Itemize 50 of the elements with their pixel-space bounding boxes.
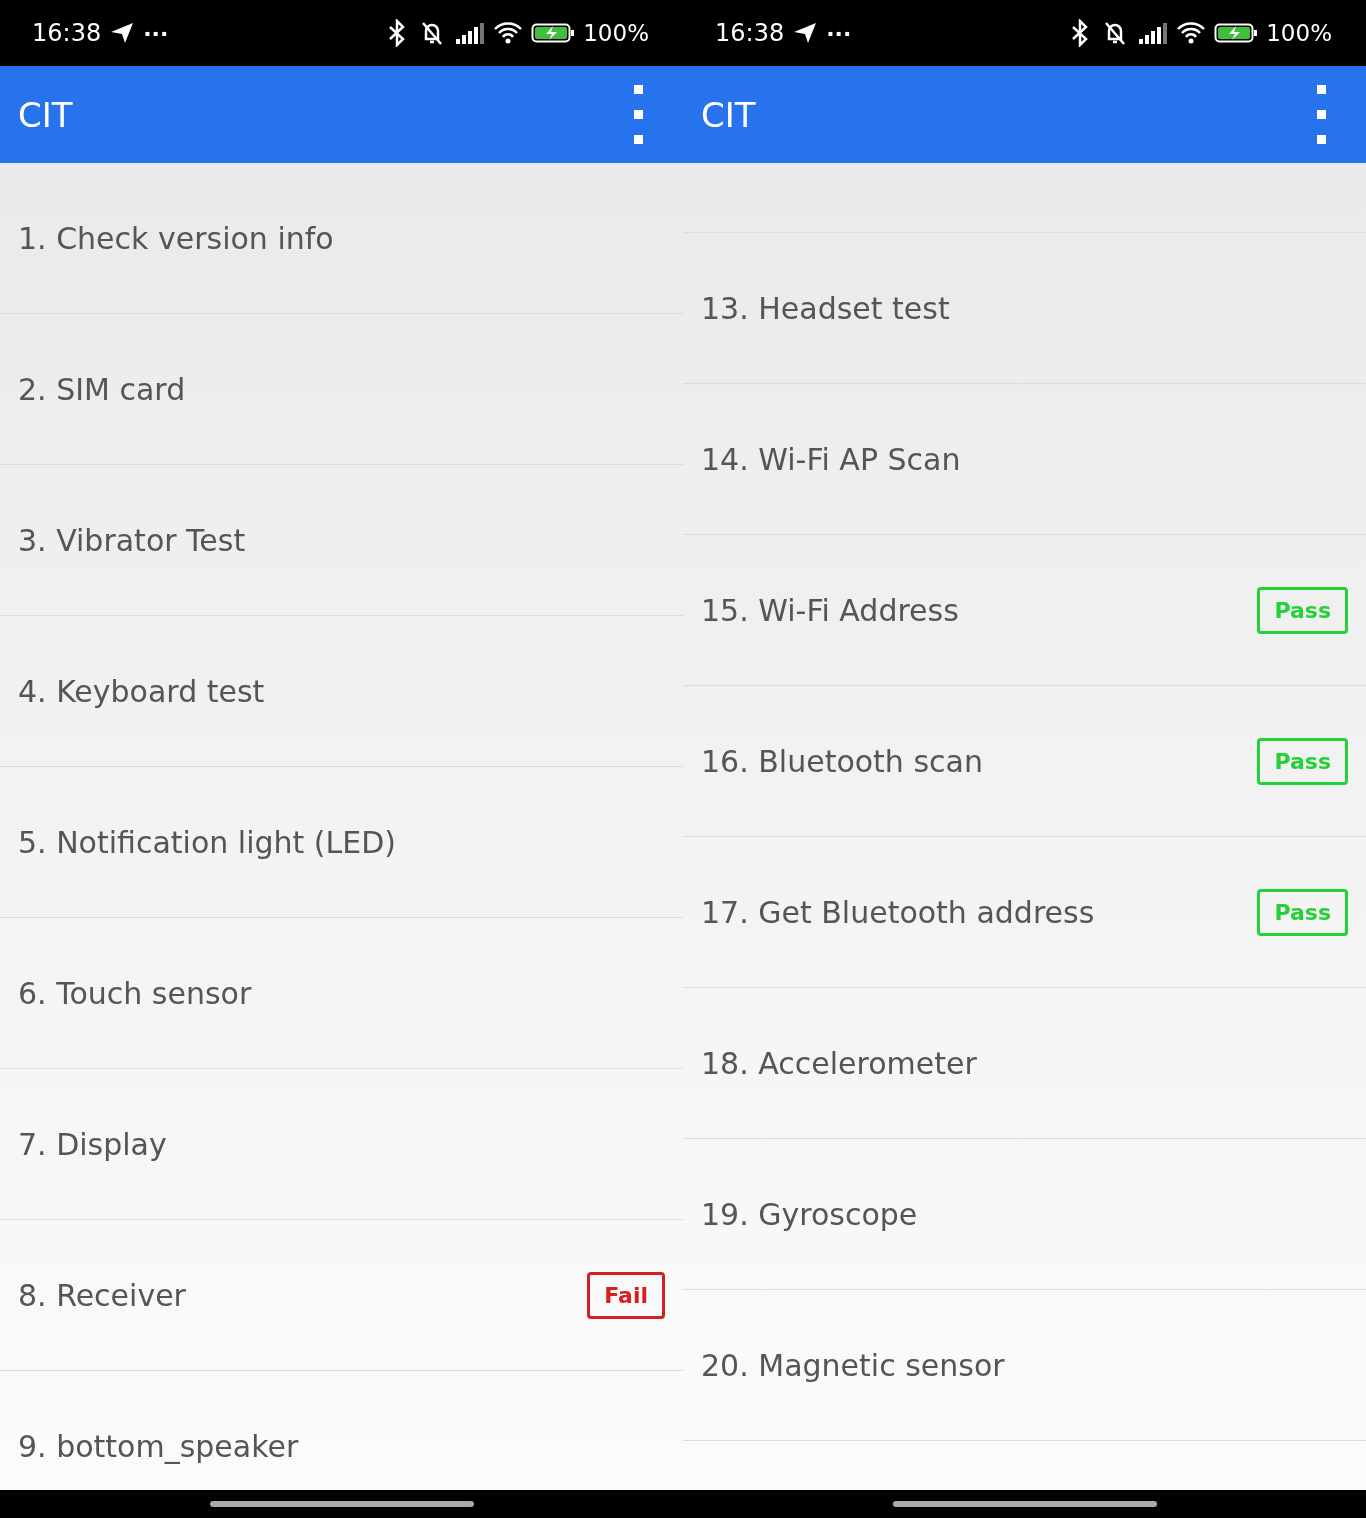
list-item[interactable]: 16. Bluetooth scan Pass [683, 686, 1366, 837]
more-notifications: ··· [826, 20, 852, 46]
app-title: CIT [701, 94, 756, 135]
home-indicator[interactable] [892, 1501, 1157, 1507]
wifi-icon [493, 20, 524, 46]
test-name: 19. Gyroscope [701, 1196, 918, 1232]
send-icon [109, 21, 136, 45]
test-name: 15. Wi-Fi Address [701, 592, 959, 628]
test-name: 6. Touch sensor [18, 975, 252, 1011]
battery-percentage: 100% [1266, 20, 1332, 46]
app-title: CIT [18, 94, 73, 135]
overflow-menu-icon[interactable] [633, 83, 645, 146]
test-name: 13. Headset test [701, 290, 950, 326]
status-time: 16:38 [32, 19, 102, 47]
test-name: 8. Receiver [18, 1277, 186, 1313]
battery-charging-icon [531, 21, 576, 45]
list-item[interactable]: 19. Gyroscope [683, 1139, 1366, 1290]
list-item[interactable]: 14. Wi-Fi AP Scan [683, 384, 1366, 535]
test-name: 18. Accelerometer [701, 1045, 977, 1081]
test-name: 3. Vibrator Test [18, 522, 246, 558]
list-item[interactable]: 20. Magnetic sensor [683, 1290, 1366, 1441]
list-item[interactable]: 8. Receiver Fail [0, 1220, 683, 1371]
test-name: 4. Keyboard test [18, 673, 265, 709]
list-item[interactable]: 13. Headset test [683, 233, 1366, 384]
test-name: 9. bottom_speaker [18, 1428, 299, 1464]
test-name: 16. Bluetooth scan [701, 743, 983, 779]
list-item[interactable]: 17. Get Bluetooth address Pass [683, 837, 1366, 988]
test-name: 2. SIM card [18, 371, 186, 407]
list-item[interactable]: 18. Accelerometer [683, 988, 1366, 1139]
list-item[interactable]: 15. Wi-Fi Address Pass [683, 535, 1366, 686]
status-time: 16:38 [715, 19, 785, 47]
test-name: 20. Magnetic sensor [701, 1347, 1005, 1383]
wifi-icon [1176, 20, 1207, 46]
result-badge: Pass [1257, 586, 1348, 634]
battery-percentage: 100% [583, 20, 649, 46]
test-name: 7. Display [18, 1126, 167, 1162]
overflow-menu-icon[interactable] [1316, 83, 1328, 146]
result-badge: Pass [1257, 888, 1348, 936]
test-name: 5. Notification light (LED) [18, 824, 397, 860]
signal-icon [455, 21, 486, 45]
result-badge: Pass [1257, 737, 1348, 785]
battery-charging-icon [1214, 21, 1259, 45]
test-name: 17. Get Bluetooth address [701, 894, 1095, 930]
test-name: 14. Wi-Fi AP Scan [701, 441, 961, 477]
test-name: 1. Check version info [18, 220, 334, 256]
send-icon [792, 21, 819, 45]
signal-icon [1138, 21, 1169, 45]
home-indicator[interactable] [209, 1501, 474, 1507]
result-badge: Fail [587, 1271, 665, 1319]
more-notifications: ··· [143, 20, 169, 46]
